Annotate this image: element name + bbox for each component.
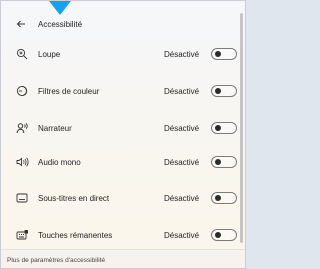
color-filter-icon (15, 84, 29, 98)
flyout-pointer (49, 1, 71, 15)
narrator-icon (15, 121, 29, 135)
zoom-icon (15, 47, 29, 61)
setting-row-mono-audio[interactable]: Audio mono Désactivé (1, 147, 245, 177)
setting-label: Narrateur (38, 123, 72, 133)
setting-row-live-captions[interactable]: Sous-titres en direct Désactivé (1, 183, 245, 213)
setting-state: Désactivé (164, 86, 200, 96)
setting-label: Sous-titres en direct (38, 193, 110, 203)
setting-state: Désactivé (164, 193, 200, 203)
setting-label: Filtres de couleur (38, 86, 100, 96)
toggle-switch[interactable] (211, 48, 237, 60)
setting-state: Désactivé (164, 157, 200, 167)
captions-icon (15, 191, 29, 205)
toggle-knob (215, 232, 221, 238)
toggle-switch[interactable] (211, 229, 237, 241)
toggle-knob (215, 195, 221, 201)
flyout-footer: Plus de paramètres d'accessibilité (1, 250, 245, 268)
toggle-knob (215, 159, 221, 165)
setting-label: Touches rémanentes (38, 230, 113, 240)
setting-row-narrator[interactable]: Narrateur Désactivé (1, 113, 245, 143)
sticky-keys-icon (15, 228, 29, 242)
setting-state: Désactivé (164, 123, 200, 133)
setting-state: Désactivé (164, 49, 200, 59)
setting-label: Loupe (38, 49, 61, 59)
setting-label: Audio mono (38, 157, 81, 167)
setting-row-sticky-keys[interactable]: Touches rémanentes Désactivé (1, 220, 245, 250)
toggle-switch[interactable] (211, 122, 237, 134)
accessibility-flyout: Accessibilité Loupe Désactivé Filtres de… (0, 0, 246, 269)
flyout-header: Accessibilité (13, 16, 82, 32)
toggle-switch[interactable] (211, 192, 237, 204)
setting-state: Désactivé (164, 230, 200, 240)
toggle-switch[interactable] (211, 85, 237, 97)
mono-audio-icon (15, 155, 29, 169)
setting-row-loupe[interactable]: Loupe Désactivé (1, 39, 245, 69)
toggle-switch[interactable] (211, 156, 237, 168)
toggle-knob (215, 51, 221, 57)
toggle-knob (215, 88, 221, 94)
more-accessibility-settings-link[interactable]: Plus de paramètres d'accessibilité (7, 257, 105, 264)
setting-row-color-filters[interactable]: Filtres de couleur Désactivé (1, 76, 245, 106)
back-arrow-icon[interactable] (13, 16, 29, 32)
flyout-title: Accessibilité (38, 19, 83, 29)
toggle-knob (215, 125, 221, 131)
